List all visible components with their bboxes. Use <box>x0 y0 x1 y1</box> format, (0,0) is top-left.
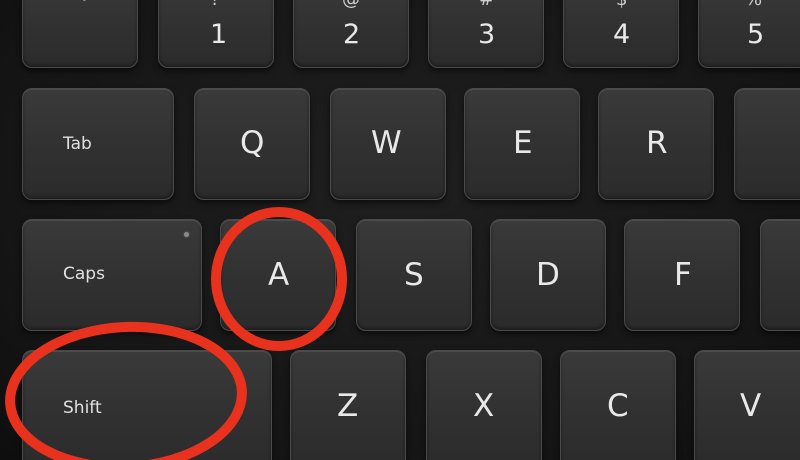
caps-lock-indicator <box>184 232 189 237</box>
key-label: V <box>740 388 762 424</box>
key-5[interactable]: % 5 <box>698 0 800 68</box>
key-v[interactable]: V <box>694 350 800 460</box>
key-label: 3 <box>478 19 496 50</box>
key-label: E <box>513 125 533 161</box>
key-label: F <box>674 257 692 293</box>
key-3[interactable]: # 3 <box>428 0 544 68</box>
key-label: D <box>536 257 560 293</box>
key-label: ` <box>77 0 91 24</box>
key-r[interactable]: R <box>598 88 714 200</box>
key-shift-symbol: % <box>745 0 762 9</box>
key-label: S <box>404 257 424 293</box>
key-shift-symbol: $ <box>616 0 627 9</box>
key-g[interactable] <box>760 219 800 331</box>
key-d[interactable]: D <box>490 219 606 331</box>
key-label: A <box>268 257 290 293</box>
key-label: R <box>646 125 668 161</box>
key-f[interactable]: F <box>624 219 740 331</box>
key-shift-symbol: @ <box>342 0 360 9</box>
key-e[interactable]: E <box>464 88 580 200</box>
key-label: Z <box>337 388 359 424</box>
key-label: 4 <box>613 19 631 50</box>
key-label: 5 <box>747 19 765 50</box>
key-backtick[interactable]: ` <box>22 0 138 68</box>
keyboard-photo: ` ! 1 @ 2 # 3 $ 4 % 5 Tab Q W E R Caps A <box>0 0 800 460</box>
key-2[interactable]: @ 2 <box>293 0 409 68</box>
key-label: Caps <box>63 264 105 284</box>
key-1[interactable]: ! 1 <box>158 0 274 68</box>
key-q[interactable]: Q <box>194 88 310 200</box>
key-tab[interactable]: Tab <box>22 88 174 200</box>
key-shift-symbol: # <box>479 0 494 9</box>
key-shift-symbol: ! <box>211 0 218 9</box>
key-label: 2 <box>343 19 361 50</box>
key-w[interactable]: W <box>330 88 446 200</box>
key-label: Q <box>240 125 265 161</box>
key-label: W <box>371 125 402 161</box>
key-shift[interactable]: Shift <box>22 350 272 460</box>
key-a[interactable]: A <box>220 219 336 331</box>
key-caps[interactable]: Caps <box>22 219 202 331</box>
key-4[interactable]: $ 4 <box>563 0 679 68</box>
key-label: Tab <box>63 134 92 154</box>
key-s[interactable]: S <box>356 219 472 331</box>
key-label: X <box>473 388 495 424</box>
key-x[interactable]: X <box>426 350 542 460</box>
key-t[interactable] <box>734 88 800 200</box>
key-label: C <box>607 388 629 424</box>
key-label: 1 <box>210 19 228 50</box>
key-label: Shift <box>63 398 102 418</box>
key-c[interactable]: C <box>560 350 676 460</box>
key-z[interactable]: Z <box>290 350 406 460</box>
